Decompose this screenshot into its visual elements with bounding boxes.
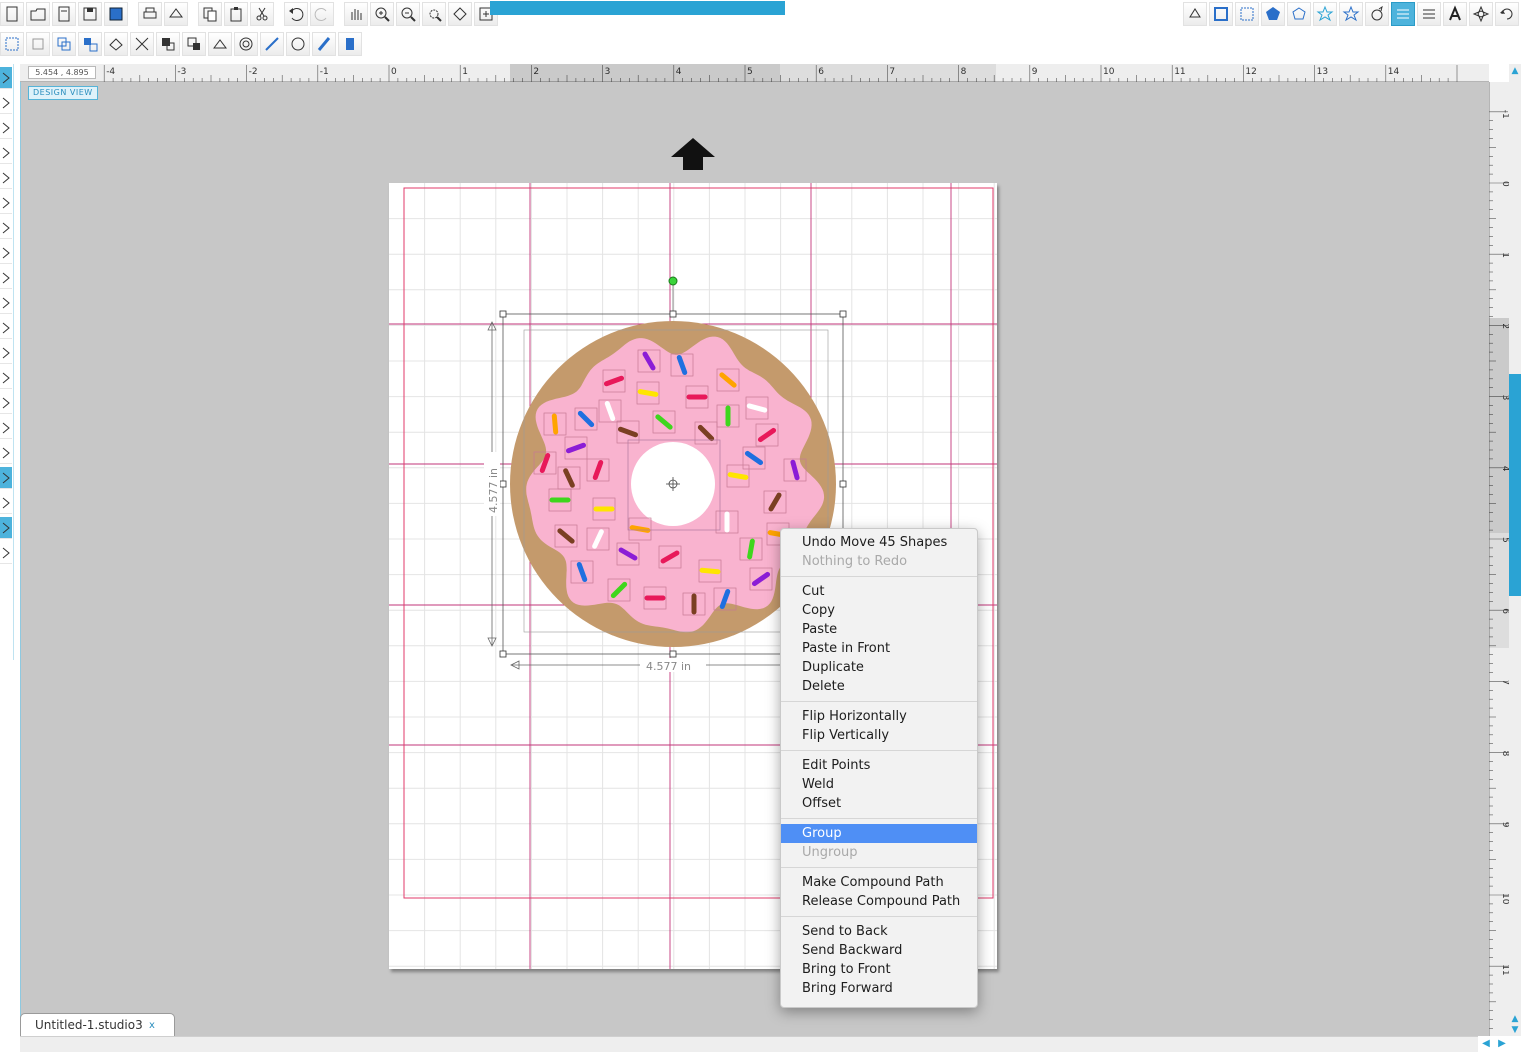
scroll-up-small-icon[interactable]: ▲: [1510, 1014, 1520, 1024]
ruler-top-label: 14: [1388, 67, 1400, 77]
resize-handle[interactable]: [839, 480, 847, 488]
menu-item-copy[interactable]: Copy: [781, 601, 977, 620]
document-tab[interactable]: Untitled-1.studio3 x: [20, 1013, 175, 1036]
resize-handle[interactable]: [669, 310, 677, 318]
horizontal-scrollbar[interactable]: [20, 1036, 1478, 1052]
ruler-top-label: 0: [391, 67, 397, 77]
menu-item-ungroup: Ungroup: [802, 845, 858, 860]
ruler-top-label: -2: [249, 67, 258, 77]
resize-handle[interactable]: [669, 650, 677, 658]
menu-item-make-compound-path[interactable]: Make Compound Path: [781, 873, 977, 892]
ruler-top-ticks: -4-3-2-101234567891011121314: [103, 64, 1458, 82]
context-menu: Undo Move 45 Shapes Nothing to Redo Cut Cop…: [780, 528, 978, 1008]
ruler-top-label: 12: [1245, 67, 1256, 77]
menu-separator: [781, 701, 977, 702]
close-tab-icon[interactable]: x: [149, 1015, 155, 1037]
menu-item-flip-horizontally[interactable]: Flip Horizontally: [781, 707, 977, 726]
horizontal-scroll-thumb[interactable]: [490, 1, 785, 15]
menu-item-flip-vertically[interactable]: Flip Vertically: [781, 726, 977, 745]
feed-direction-arrow-icon: [671, 138, 715, 170]
menu-separator: [781, 818, 977, 819]
menu-item-delete[interactable]: Delete: [781, 677, 977, 696]
menu-item-offset[interactable]: Offset: [781, 794, 977, 813]
menu-item-duplicate[interactable]: Duplicate: [781, 658, 977, 677]
width-dimension-label: 4.577 in: [646, 660, 691, 673]
menu-item-send-backward[interactable]: Send Backward: [781, 941, 977, 960]
menu-separator: [781, 867, 977, 868]
ruler-top-label: -4: [106, 67, 115, 77]
ruler-top-label: -1: [320, 67, 329, 77]
menu-separator: [781, 916, 977, 917]
resize-handle[interactable]: [499, 310, 507, 318]
vertical-scrollbar[interactable]: ▲ ▲ ▼: [1509, 64, 1521, 1036]
menu-item-group[interactable]: Group: [781, 824, 977, 843]
ruler-right-ticks: -101234567891011: [1489, 110, 1510, 1029]
menu-item-weld[interactable]: Weld: [781, 775, 977, 794]
menu-item-cut[interactable]: Cut: [781, 582, 977, 601]
vertical-scroll-thumb[interactable]: [1509, 374, 1521, 596]
menu-item-paste-in-front[interactable]: Paste in Front: [781, 639, 977, 658]
rotate-handle[interactable]: [668, 276, 678, 286]
scroll-right-icon[interactable]: ▶: [1494, 1036, 1510, 1052]
menu-item-nothing-to-redo: Nothing to Redo: [802, 554, 908, 569]
resize-handle[interactable]: [839, 310, 847, 318]
menu-item-send-to-back[interactable]: Send to Back: [781, 922, 977, 941]
ruler-top-label: 9: [1032, 67, 1038, 77]
scroll-left-icon[interactable]: ◀: [1478, 1036, 1494, 1052]
ruler-top-label: 1: [462, 67, 468, 77]
resize-handle[interactable]: [499, 650, 507, 658]
ruler-top-label: 11: [1174, 67, 1185, 77]
menu-item-paste[interactable]: Paste: [781, 620, 977, 639]
ruler-top-label: 10: [1103, 67, 1115, 77]
scroll-down-icon[interactable]: ▼: [1510, 1025, 1520, 1035]
menu-item-bring-to-front[interactable]: Bring to Front: [781, 960, 977, 979]
menu-item-release-compound-path[interactable]: Release Compound Path: [781, 892, 977, 911]
menu-item-undo-move-45-shapes[interactable]: Undo Move 45 Shapes: [781, 533, 977, 552]
scroll-up-icon[interactable]: ▲: [1510, 66, 1520, 76]
height-dimension-label: 4.577 in: [487, 468, 500, 513]
ruler-top-label: 13: [1317, 67, 1328, 77]
menu-separator: [781, 576, 977, 577]
resize-handle[interactable]: [499, 480, 507, 488]
menu-item-bring-forward[interactable]: Bring Forward: [781, 979, 977, 998]
canvas-overlay: -4-3-2-101234567891011121314 -1012345678…: [103, 64, 1510, 1029]
ruler-top-label: -3: [177, 67, 186, 77]
document-tab-title: Untitled-1.studio3: [35, 1018, 143, 1032]
menu-item-edit-points[interactable]: Edit Points: [781, 756, 977, 775]
menu-separator: [781, 750, 977, 751]
